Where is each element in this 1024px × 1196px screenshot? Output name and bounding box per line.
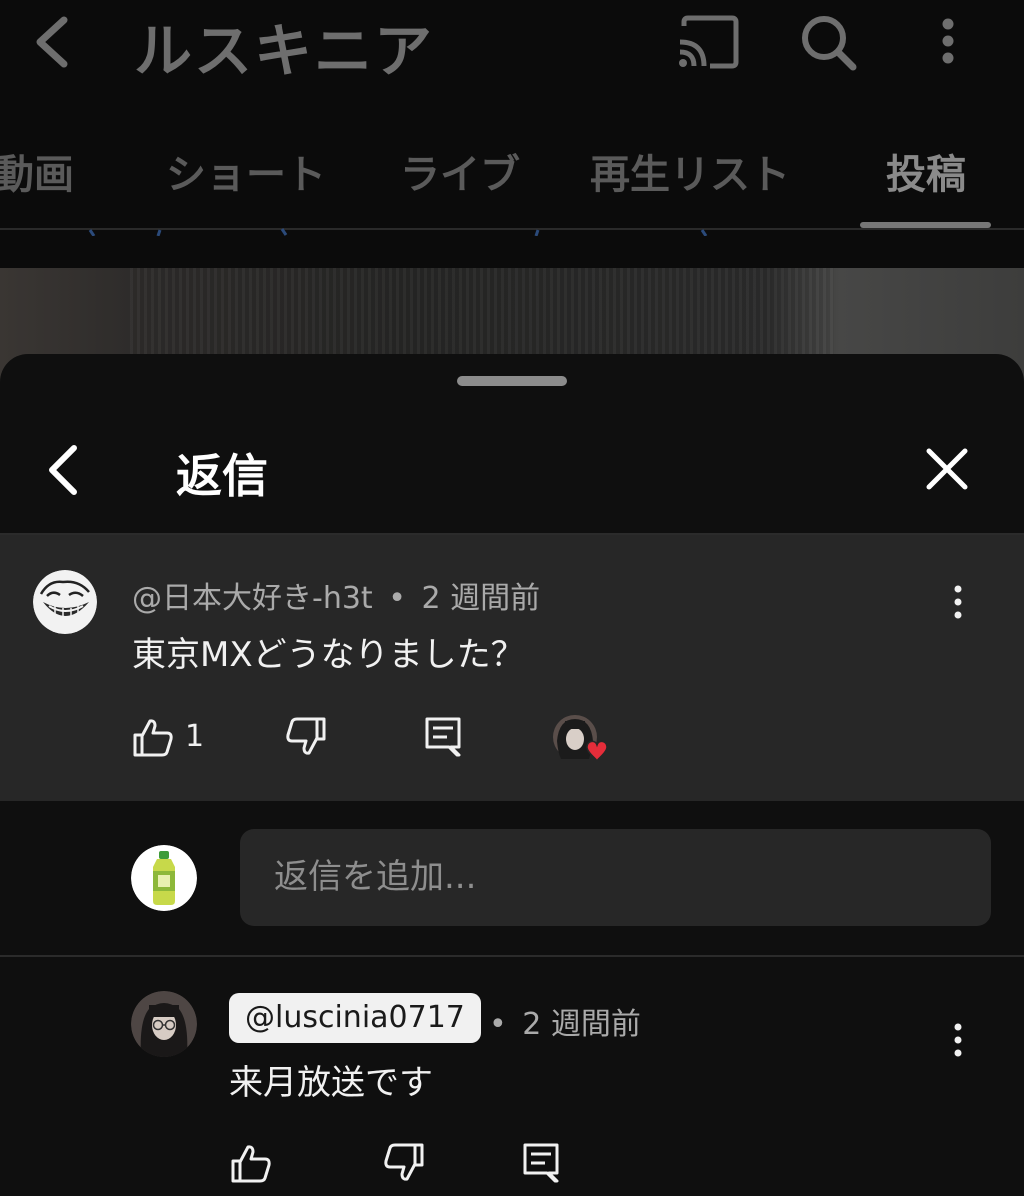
like-icon[interactable]	[131, 715, 175, 759]
tab-live[interactable]: ライブ	[400, 142, 520, 200]
meta-separator: •	[388, 581, 406, 616]
dislike-icon[interactable]	[284, 715, 328, 759]
like-icon[interactable]	[229, 1141, 273, 1185]
reply-author-avatar[interactable]	[131, 991, 197, 1057]
app-root: ルスキニア 動画 ショート ライブ 再生リスト 投稿 返信 @日本大好き-h3t…	[0, 0, 1024, 1196]
reply-meta: • 2 週間前	[489, 999, 641, 1043]
replies-sheet: 返信 @日本大好き-h3t • 2 週間前 東京MXどうなりました？ 1 返信を…	[0, 354, 1024, 1196]
channel-title: ルスキニア	[134, 17, 435, 85]
reply-icon[interactable]	[421, 715, 465, 759]
back-arrow-icon[interactable]	[30, 14, 74, 70]
channel-tabs: 動画 ショート ライブ 再生リスト 投稿	[0, 120, 1024, 230]
commenter-avatar[interactable]	[33, 570, 97, 634]
search-icon[interactable]	[796, 12, 860, 72]
sheet-title: 返信	[176, 449, 268, 503]
drag-handle[interactable]	[457, 376, 567, 386]
parent-comment: @日本大好き-h3t • 2 週間前 東京MXどうなりました？ 1	[0, 535, 1024, 801]
active-tab-indicator	[860, 222, 991, 228]
top-app-bar: ルスキニア	[0, 0, 1024, 90]
like-count: 1	[185, 719, 205, 754]
post-link-fragment	[88, 228, 708, 236]
comment-meta: @日本大好き-h3t • 2 週間前	[132, 573, 540, 617]
reply-composer: 返信を追加...	[0, 801, 1024, 956]
close-icon[interactable]	[924, 446, 970, 492]
creator-name-badge[interactable]: @luscinia0717	[229, 993, 481, 1043]
more-vertical-icon[interactable]	[948, 1021, 968, 1061]
meta-separator: •	[489, 1007, 507, 1042]
reply-icon[interactable]	[519, 1141, 563, 1185]
tab-shorts[interactable]: ショート	[166, 142, 326, 200]
comment-time: 2 週間前	[421, 581, 541, 616]
reply-time: 2 週間前	[522, 1007, 641, 1042]
tab-playlists[interactable]: 再生リスト	[590, 142, 790, 200]
creator-heart-icon	[553, 715, 608, 762]
current-user-avatar[interactable]	[131, 845, 197, 911]
cast-icon[interactable]	[676, 12, 740, 72]
tab-videos[interactable]: 動画	[0, 142, 74, 200]
comment-author[interactable]: @日本大好き-h3t	[132, 581, 373, 616]
dislike-icon[interactable]	[382, 1141, 426, 1185]
reply-input[interactable]: 返信を追加...	[240, 829, 991, 926]
comment-text: 東京MXどうなりました？	[132, 635, 525, 675]
creator-reply: @luscinia0717 • 2 週間前 来月放送です	[0, 957, 1024, 1196]
more-vertical-icon[interactable]	[916, 12, 980, 72]
reply-text: 来月放送です	[229, 1063, 433, 1103]
back-arrow-icon[interactable]	[40, 442, 86, 498]
more-vertical-icon[interactable]	[948, 583, 968, 623]
tab-posts[interactable]: 投稿	[886, 142, 966, 200]
